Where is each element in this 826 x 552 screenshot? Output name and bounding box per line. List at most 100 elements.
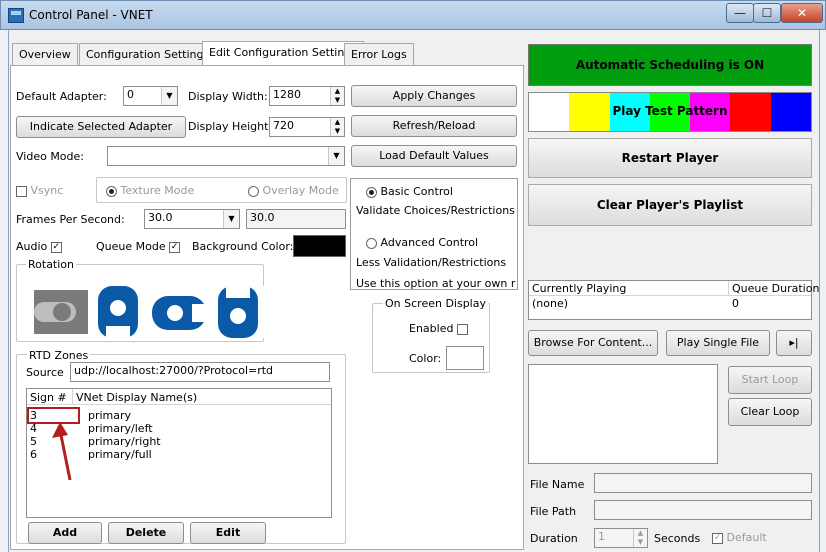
rotation-0-icon[interactable] <box>34 290 88 334</box>
rotation-title: Rotation <box>26 258 77 271</box>
radio-icon <box>366 186 377 198</box>
next-track-icon[interactable]: ▸| <box>776 330 812 356</box>
default-adapter-select[interactable]: 0 ▼ <box>123 86 178 106</box>
advanced-control-label: Advanced Control <box>380 236 479 249</box>
file-path-label: File Path <box>530 505 577 518</box>
duration-field[interactable]: 1 ▲ ▼ <box>594 528 648 548</box>
rtd-source-field[interactable]: udp://localhost:27000/?Protocol=rtd <box>70 362 330 382</box>
load-defaults-button[interactable]: Load Default Values <box>351 145 517 167</box>
rtd-row-name[interactable]: primary/right <box>88 436 161 448</box>
display-height-value: 720 <box>273 119 294 132</box>
rotation-270-icon[interactable] <box>212 286 264 338</box>
background-color-swatch[interactable] <box>293 235 346 257</box>
audio-checkbox[interactable]: Audio ✓ <box>16 240 62 253</box>
file-name-label: File Name <box>530 478 585 491</box>
vsync-checkbox[interactable]: Vsync <box>16 184 63 197</box>
rtd-row-name[interactable]: primary <box>88 410 131 422</box>
overlay-mode-label: Overlay Mode <box>262 184 339 197</box>
play-single-file-button[interactable]: Play Single File <box>666 330 770 356</box>
display-width-label: Display Width: <box>188 90 268 103</box>
osd-enabled-checkbox[interactable]: Enabled <box>409 322 468 335</box>
advanced-control-radio[interactable]: Advanced Control <box>366 236 478 249</box>
video-mode-select[interactable]: ▼ <box>107 146 345 166</box>
basic-control-desc: Validate Choices/Restrictions <box>356 204 515 217</box>
radio-icon <box>106 185 117 197</box>
restart-player-button[interactable]: Restart Player <box>528 138 812 178</box>
rtd-row-name[interactable]: primary/left <box>88 423 153 435</box>
default-adapter-label: Default Adapter: <box>16 90 107 103</box>
tab-configuration-settings[interactable]: Configuration Settings <box>79 43 217 65</box>
annotation-arrow-icon <box>52 422 72 481</box>
spinner-arrows-icon[interactable]: ▲ ▼ <box>330 118 344 136</box>
minimize-button[interactable]: — <box>726 3 754 23</box>
rotation-options <box>34 286 264 338</box>
osd-title: On Screen Display <box>383 297 488 310</box>
tab-error-logs[interactable]: Error Logs <box>344 43 414 65</box>
default-checkbox[interactable]: ✓ Default <box>712 531 767 544</box>
texture-mode-radio[interactable]: Texture Mode <box>106 184 194 197</box>
spinner-arrows-icon[interactable]: ▲ ▼ <box>633 529 647 547</box>
chevron-down-icon: ▼ <box>328 147 344 165</box>
close-button[interactable]: ✕ <box>781 3 823 23</box>
maximize-button[interactable]: ☐ <box>753 3 781 23</box>
checkmark-icon: ✓ <box>169 241 181 253</box>
audio-label: Audio <box>16 240 48 253</box>
seconds-label: Seconds <box>654 532 701 545</box>
basic-control-label: Basic Control <box>380 185 453 198</box>
texture-mode-label: Texture Mode <box>120 184 195 197</box>
queue-mode-label: Queue Mode <box>96 240 166 253</box>
auto-scheduling-banner[interactable]: Automatic Scheduling is ON <box>528 44 812 86</box>
overlay-mode-radio[interactable]: Overlay Mode <box>248 184 339 197</box>
radio-icon <box>366 237 377 249</box>
queue-value: 0 <box>732 297 739 310</box>
rotation-90-icon[interactable] <box>92 286 146 338</box>
col-sign-header[interactable]: Sign # <box>30 392 67 404</box>
edit-button[interactable]: Edit <box>190 522 266 544</box>
loop-list[interactable] <box>528 364 718 464</box>
rtd-row-sign[interactable]: 4 <box>30 423 37 435</box>
duration-label: Duration <box>530 532 578 545</box>
add-button[interactable]: Add <box>28 522 102 544</box>
delete-button[interactable]: Delete <box>108 522 184 544</box>
basic-control-radio[interactable]: Basic Control <box>366 185 453 198</box>
risk-warning: Use this option at your own risl <box>356 277 516 290</box>
fps-value: 30.0 <box>148 211 173 224</box>
duration-value: 1 <box>598 530 605 543</box>
osd-color-label: Color: <box>409 352 442 365</box>
checkbox-icon <box>16 185 27 197</box>
rtd-row-sign[interactable]: 6 <box>30 449 37 461</box>
window-title: Control Panel - VNET <box>29 8 153 22</box>
osd-color-swatch[interactable] <box>446 346 484 370</box>
rtd-row-name[interactable]: primary/full <box>88 449 152 461</box>
spinner-arrows-icon[interactable]: ▲ ▼ <box>330 87 344 105</box>
rotation-180-icon[interactable] <box>152 290 206 334</box>
browse-content-button[interactable]: Browse For Content... <box>528 330 658 356</box>
apply-changes-button[interactable]: Apply Changes <box>351 85 517 107</box>
test-pattern-label: Play Test Pattern <box>612 104 728 118</box>
tab-overview[interactable]: Overview <box>12 43 78 65</box>
rtd-row-sign[interactable]: 5 <box>30 436 37 448</box>
display-height-field[interactable]: 720 ▲ ▼ <box>269 117 345 137</box>
col-currently-playing[interactable]: Currently Playing <box>532 283 626 295</box>
col-name-header[interactable]: VNet Display Name(s) <box>76 392 197 404</box>
file-path-field <box>594 500 812 520</box>
title-bar: Control Panel - VNET — ☐ ✕ <box>0 0 826 30</box>
clear-loop-button[interactable]: Clear Loop <box>728 398 812 426</box>
clear-playlist-button[interactable]: Clear Player's Playlist <box>528 184 812 226</box>
column-divider <box>72 389 73 405</box>
indicate-adapter-button[interactable]: Indicate Selected Adapter <box>16 116 186 138</box>
background-color-label: Background Color: <box>192 240 294 253</box>
queue-mode-checkbox[interactable]: Queue Mode ✓ <box>96 240 181 253</box>
playing-value[interactable]: (none) <box>532 298 568 310</box>
refresh-reload-button[interactable]: Refresh/Reload <box>351 115 517 137</box>
display-width-field[interactable]: 1280 ▲ ▼ <box>269 86 345 106</box>
default-label: Default <box>726 531 767 544</box>
advanced-control-desc: Less Validation/Restrictions <box>356 256 507 269</box>
app-icon <box>8 8 24 23</box>
file-name-field <box>594 473 812 493</box>
tab-edit-configuration-settings[interactable]: Edit Configuration Settings <box>202 41 365 66</box>
fps-select[interactable]: 30.0 ▼ <box>144 209 240 229</box>
col-queue-duration[interactable]: Queue Duration <box>732 283 819 295</box>
video-mode-label: Video Mode: <box>16 150 84 163</box>
start-loop-button[interactable]: Start Loop <box>728 366 812 394</box>
